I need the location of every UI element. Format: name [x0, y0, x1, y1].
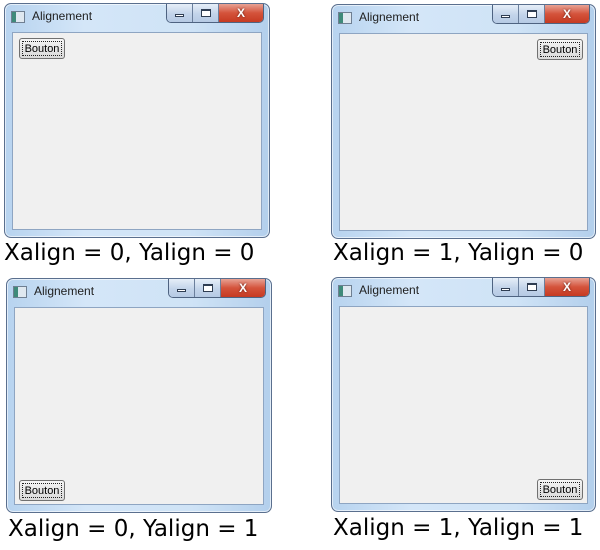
minimize-icon	[501, 288, 510, 291]
window-title: Alignement	[32, 9, 93, 23]
caption-bottom-left: Xalign = 0, Yalign = 1	[8, 516, 259, 542]
minimize-button[interactable]	[169, 279, 195, 297]
close-button[interactable]: X	[221, 279, 265, 297]
maximize-button[interactable]	[195, 279, 221, 297]
window-title: Alignement	[34, 284, 95, 298]
maximize-button[interactable]	[519, 278, 545, 296]
window-title: Alignement	[359, 283, 420, 297]
window-controls: X	[492, 5, 590, 24]
bouton-button[interactable]: Bouton	[537, 39, 583, 60]
window-top-right: Alignement X Bouton	[331, 4, 596, 239]
caption-bottom-right: Xalign = 1, Yalign = 1	[333, 515, 584, 541]
window-app-icon	[338, 12, 352, 24]
maximize-button[interactable]	[193, 4, 219, 22]
minimize-button[interactable]	[167, 4, 193, 22]
window-bottom-right: Alignement X Bouton	[331, 277, 596, 512]
maximize-icon	[200, 9, 211, 17]
window-app-icon	[11, 11, 25, 23]
maximize-button[interactable]	[519, 5, 545, 23]
caption-top-left: Xalign = 0, Yalign = 0	[4, 240, 255, 266]
minimize-icon	[177, 289, 186, 292]
bouton-button[interactable]: Bouton	[19, 38, 65, 59]
window-app-icon	[13, 286, 27, 298]
window-client-area: Bouton	[339, 33, 588, 231]
minimize-icon	[501, 15, 510, 18]
close-icon: X	[562, 7, 571, 21]
window-client-area: Bouton	[339, 306, 588, 504]
bouton-button[interactable]: Bouton	[537, 479, 583, 500]
window-controls: X	[168, 279, 266, 298]
close-button[interactable]: X	[545, 278, 589, 296]
minimize-icon	[175, 14, 184, 17]
window-controls: X	[166, 4, 264, 23]
bouton-button[interactable]: Bouton	[19, 480, 65, 501]
window-title: Alignement	[359, 10, 420, 24]
window-bottom-left: Alignement X Bouton	[6, 278, 272, 513]
window-top-left: Alignement X Bouton	[4, 3, 270, 238]
maximize-icon	[202, 284, 213, 292]
minimize-button[interactable]	[493, 278, 519, 296]
close-button[interactable]: X	[545, 5, 589, 23]
window-controls: X	[492, 278, 590, 297]
window-client-area: Bouton	[12, 32, 262, 230]
minimize-button[interactable]	[493, 5, 519, 23]
caption-top-right: Xalign = 1, Yalign = 0	[333, 240, 584, 266]
maximize-icon	[526, 10, 537, 18]
close-icon: X	[238, 281, 247, 295]
window-client-area: Bouton	[14, 307, 264, 505]
maximize-icon	[526, 283, 537, 291]
close-icon: X	[562, 280, 571, 294]
window-app-icon	[338, 285, 352, 297]
close-button[interactable]: X	[219, 4, 263, 22]
close-icon: X	[236, 6, 245, 20]
